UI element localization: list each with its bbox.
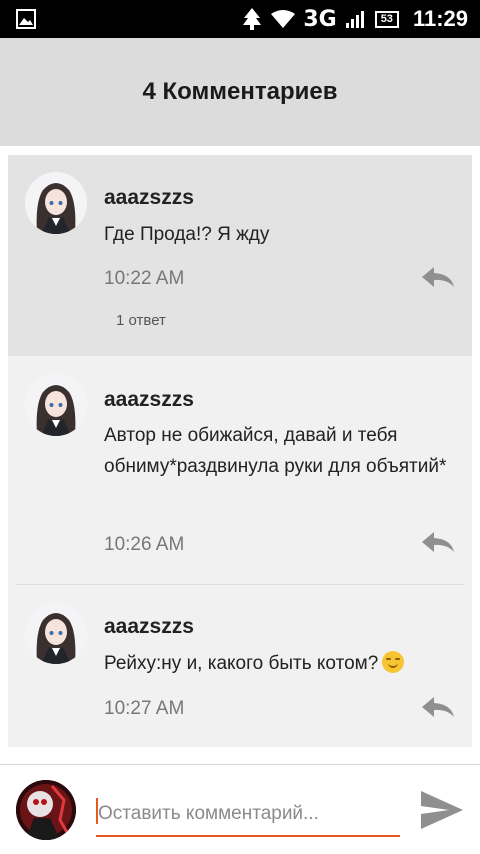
smirk-emoji-icon <box>382 651 405 673</box>
clock: 11:29 <box>412 6 468 31</box>
comment-item[interactable]: aaazszzs Автор не обижайся, давай и тебя… <box>8 356 472 585</box>
comment-item[interactable]: aaazszzs Где Прода!? Я жду 10:22 AM 1 от… <box>8 155 472 356</box>
avatar[interactable] <box>25 172 87 234</box>
comment-time: 10:26 AM <box>104 534 185 555</box>
tree-icon <box>243 8 262 30</box>
wifi-icon <box>271 10 296 28</box>
image-icon <box>16 9 36 29</box>
reply-icon[interactable] <box>420 265 456 289</box>
current-user-avatar[interactable] <box>16 780 76 840</box>
comment-text: Рейху:ну и, какого быть котом? <box>104 653 379 674</box>
comment-text: Автор не обижайся, давай и тебя обниму*р… <box>104 425 447 477</box>
reply-icon[interactable] <box>420 530 456 554</box>
comment-time: 10:22 AM <box>104 268 185 289</box>
signal-icon <box>345 11 364 28</box>
avatar[interactable] <box>25 374 87 436</box>
comment-text-row: Рейху:ну и, какого быть котом? <box>104 648 464 679</box>
comment-text: Где Прода!? Я жду <box>104 224 270 245</box>
comment-username[interactable]: aaazszzs <box>104 615 194 639</box>
comment-username[interactable]: aaazszzs <box>104 186 194 210</box>
comment-input[interactable] <box>96 793 400 837</box>
send-icon[interactable] <box>419 789 465 831</box>
avatar[interactable] <box>25 602 87 664</box>
comment-time: 10:27 AM <box>104 698 185 719</box>
page-title: 4 Комментариев <box>142 78 338 105</box>
comment-username[interactable]: aaazszzs <box>104 388 194 412</box>
app-header: 4 Комментариев <box>0 38 480 146</box>
comment-composer <box>0 764 480 854</box>
comment-item[interactable]: aaazszzs Рейху:ну и, какого быть котом? … <box>8 585 472 747</box>
text-caret <box>96 798 98 824</box>
reply-icon[interactable] <box>420 695 456 719</box>
replies-link[interactable]: 1 ответ <box>116 312 166 329</box>
network-type: 3G <box>303 6 337 32</box>
battery-icon: 53 <box>374 10 399 28</box>
status-bar: 3G 53 11:29 <box>0 0 480 38</box>
comment-list[interactable]: aaazszzs Где Прода!? Я жду 10:22 AM 1 от… <box>8 155 472 747</box>
